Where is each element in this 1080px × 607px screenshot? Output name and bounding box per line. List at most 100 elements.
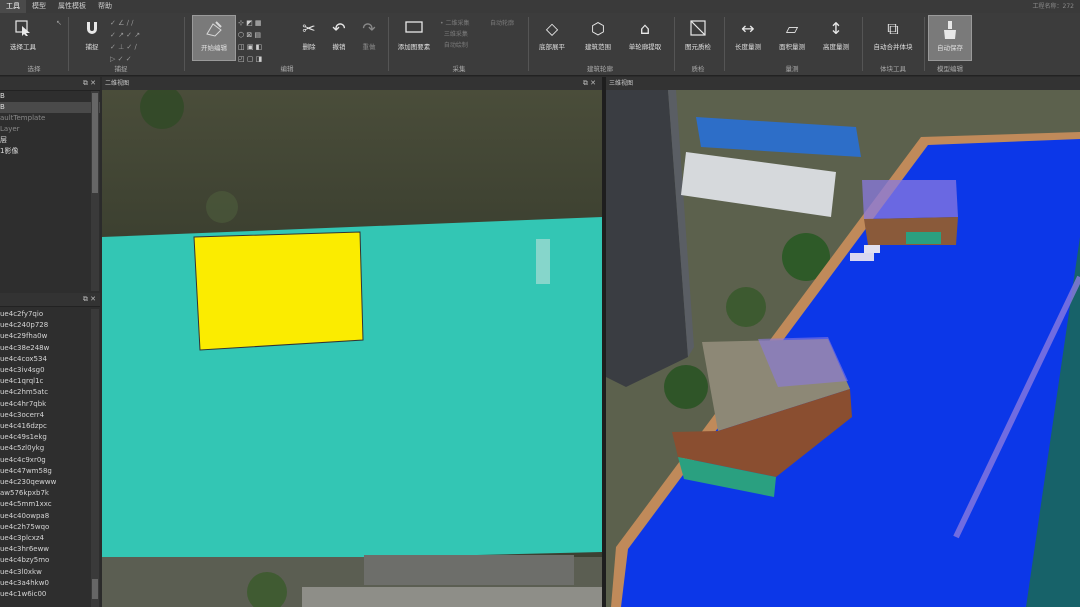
add-element-button[interactable]: 添加图要素 <box>394 15 434 59</box>
start-edit-button[interactable]: 开始编辑 <box>192 15 236 61</box>
tree-scrollbar[interactable] <box>91 91 99 291</box>
collect-3d[interactable]: 三维采集 <box>444 31 468 38</box>
list-scrollbar[interactable] <box>91 309 99 607</box>
roof-structure-cyan <box>906 232 941 244</box>
object-list-item[interactable]: ue4c2fy7qio <box>0 309 100 320</box>
object-list-item[interactable]: ue4c29fha0w <box>0 331 100 342</box>
collect-auto-draw[interactable]: 自动绘制 <box>444 42 468 49</box>
magnet-icon <box>81 19 103 39</box>
object-list-item[interactable]: ue4c1w6ic00 <box>0 589 100 600</box>
list-scroll-thumb[interactable] <box>92 579 98 599</box>
view-2d-title: 二维视图 <box>105 80 130 87</box>
element-check-button[interactable]: 图元质检 <box>680 15 716 59</box>
group-snap-label: 捕捉 <box>114 65 128 73</box>
cursor-select-icon <box>12 19 34 39</box>
tree-item[interactable]: B <box>0 102 100 113</box>
auto-merge-label: 自动合并体块 <box>873 43 913 51</box>
separator <box>528 17 529 71</box>
menu-item-tools[interactable]: 工具 <box>0 0 26 13</box>
object-list-item[interactable]: ue4c2hm5atc <box>0 387 100 398</box>
building-facade <box>364 555 574 585</box>
snap-options-grid[interactable]: ✓ ∠ ∕ ∕ ✓ ↗ ✓ ↗ ✓ ⊥ ✓ ∕ ▷ ✓ ✓ <box>110 17 158 65</box>
panel-window-controls[interactable]: ⧉ ✕ <box>83 77 96 90</box>
auto-merge-button[interactable]: ⧉ 自动合并体块 <box>868 15 918 59</box>
building-extent-button[interactable]: ⬡ 建筑范围 <box>578 15 618 59</box>
tree-item-template[interactable]: aultTemplate <box>0 113 100 124</box>
selected-polygon-yellow[interactable] <box>193 231 364 351</box>
object-list-item[interactable]: ue4c3hr6eww <box>0 544 100 555</box>
object-list-item[interactable]: ue4c1qrql1c <box>0 376 100 387</box>
object-list-item[interactable]: ue4c49s1ekg <box>0 432 100 443</box>
select-tool-button[interactable]: 选择工具 <box>4 15 42 59</box>
object-list-item[interactable]: ue4c3iv4sg0 <box>0 365 100 376</box>
menu-item-attr-template[interactable]: 属性模板 <box>52 0 92 13</box>
group-block-tools-label: 体块工具 <box>880 65 906 73</box>
group-collect-label: 采集 <box>452 65 466 73</box>
object-list-item[interactable]: ue4c4cox534 <box>0 354 100 365</box>
outline-extract-label: 单轮廓提取 <box>628 43 662 51</box>
road <box>302 587 602 607</box>
object-list-item[interactable]: ue4c2h75wqo <box>0 522 100 533</box>
panel-window-controls[interactable]: ⧉ ✕ <box>83 293 96 306</box>
base-flatten-button[interactable]: ◇ 底部展平 <box>534 15 570 59</box>
object-list-item[interactable]: ue4c3a4hkw0 <box>0 578 100 589</box>
object-list-item[interactable]: ue4c3plcxz4 <box>0 533 100 544</box>
flatten-icon: ◇ <box>545 19 559 38</box>
separator <box>68 17 69 71</box>
object-list-item[interactable]: ue4c3ocerr4 <box>0 410 100 421</box>
redo-button[interactable]: ↷ 重做 <box>356 15 382 59</box>
height-measure-button[interactable]: ↕ 高度量测 <box>818 15 854 59</box>
object-list-item[interactable]: ue4c240p728 <box>0 320 100 331</box>
delete-button[interactable]: ✂ 删除 <box>296 15 322 59</box>
object-list-item[interactable]: ue4c40owpa8 <box>0 511 100 522</box>
outline-extract-button[interactable]: ⌂ 单轮廓提取 <box>624 15 666 59</box>
view-2d[interactable]: 二维视图 ⧉ ✕ <box>102 77 602 607</box>
brush-save-icon <box>939 20 961 40</box>
group-measure-label: 量测 <box>785 65 799 73</box>
collect-list-a[interactable]: • 二维采集 三维采集 自动绘制 <box>440 18 469 51</box>
building-extent-label: 建筑范围 <box>585 43 611 51</box>
length-measure-button[interactable]: ↔ 长度量测 <box>730 15 766 59</box>
collect-2d[interactable]: 二维采集 <box>445 20 469 27</box>
separator <box>388 17 389 71</box>
object-list-item[interactable]: ue4c38e248w <box>0 343 100 354</box>
object-list-item[interactable]: ue4c5mm1xxc <box>0 499 100 510</box>
start-edit-label: 开始编辑 <box>201 44 227 52</box>
edit-tools-grid[interactable]: ⊹ ◩ ▦ ⬡ ⊠ ▤ ◫ ▣ ◧ ◰ ▢ ◨ <box>238 17 278 65</box>
separator <box>862 17 863 71</box>
menu-item-model[interactable]: 模型 <box>26 0 52 13</box>
separator <box>724 17 725 71</box>
left-panel: ⧉ ✕ B B aultTemplate Layer 层 1影像 ⧉ ✕ ue4… <box>0 77 100 607</box>
menu-item-help[interactable]: 帮助 <box>92 0 118 13</box>
area-measure-button[interactable]: ▱ 面积量测 <box>774 15 810 59</box>
group-model-edit-label: 模型编辑 <box>937 65 963 73</box>
tree-item-layer[interactable]: Layer <box>0 124 100 135</box>
collect-list-b[interactable]: 自动轮廓 <box>490 18 514 29</box>
object-list-item[interactable]: ue4c4hr7qbk <box>0 399 100 410</box>
object-list-item[interactable]: ue4c416dzpc <box>0 421 100 432</box>
tree-scroll-thumb[interactable] <box>92 93 98 193</box>
object-list-item[interactable]: aw576kpxb7k <box>0 488 100 499</box>
object-list-item[interactable]: ue4c47wm58g <box>0 466 100 477</box>
project-status: 工程名称：272 <box>1032 3 1074 10</box>
undo-button[interactable]: ↶ 撤销 <box>326 15 352 59</box>
object-list-item[interactable]: ue4c230qewww <box>0 477 100 488</box>
object-list-item[interactable]: ue4c4c9xr0g <box>0 455 100 466</box>
undo-label: 撤销 <box>332 43 346 51</box>
roof-equipment <box>864 245 880 253</box>
collect-auto-outline[interactable]: 自动轮廓 <box>490 20 514 27</box>
object-list-item[interactable]: ue4c3l0xkw <box>0 567 100 578</box>
auto-save-button[interactable]: 自动保存 <box>928 15 972 61</box>
view-3d[interactable]: 三维视图 <box>606 77 1080 607</box>
tree-item-layers[interactable]: 层 <box>0 135 100 146</box>
edit-polygon-icon <box>203 20 225 40</box>
snap-button[interactable]: 捕捉 <box>76 15 108 59</box>
tree-item-imagery[interactable]: 1影像 <box>0 146 100 157</box>
menu-bar: 工具 模型 属性模板 帮助 工程名称：272 <box>0 0 1080 13</box>
layer-panel-header: ⧉ ✕ <box>0 77 100 91</box>
object-list-item[interactable]: ue4c4bzy5mo <box>0 555 100 566</box>
length-measure-label: 长度量测 <box>735 43 761 51</box>
view-2d-window-controls[interactable]: ⧉ ✕ <box>583 77 596 90</box>
tree-item[interactable]: B <box>0 91 100 102</box>
object-list-item[interactable]: ue4c5zl0ykg <box>0 443 100 454</box>
